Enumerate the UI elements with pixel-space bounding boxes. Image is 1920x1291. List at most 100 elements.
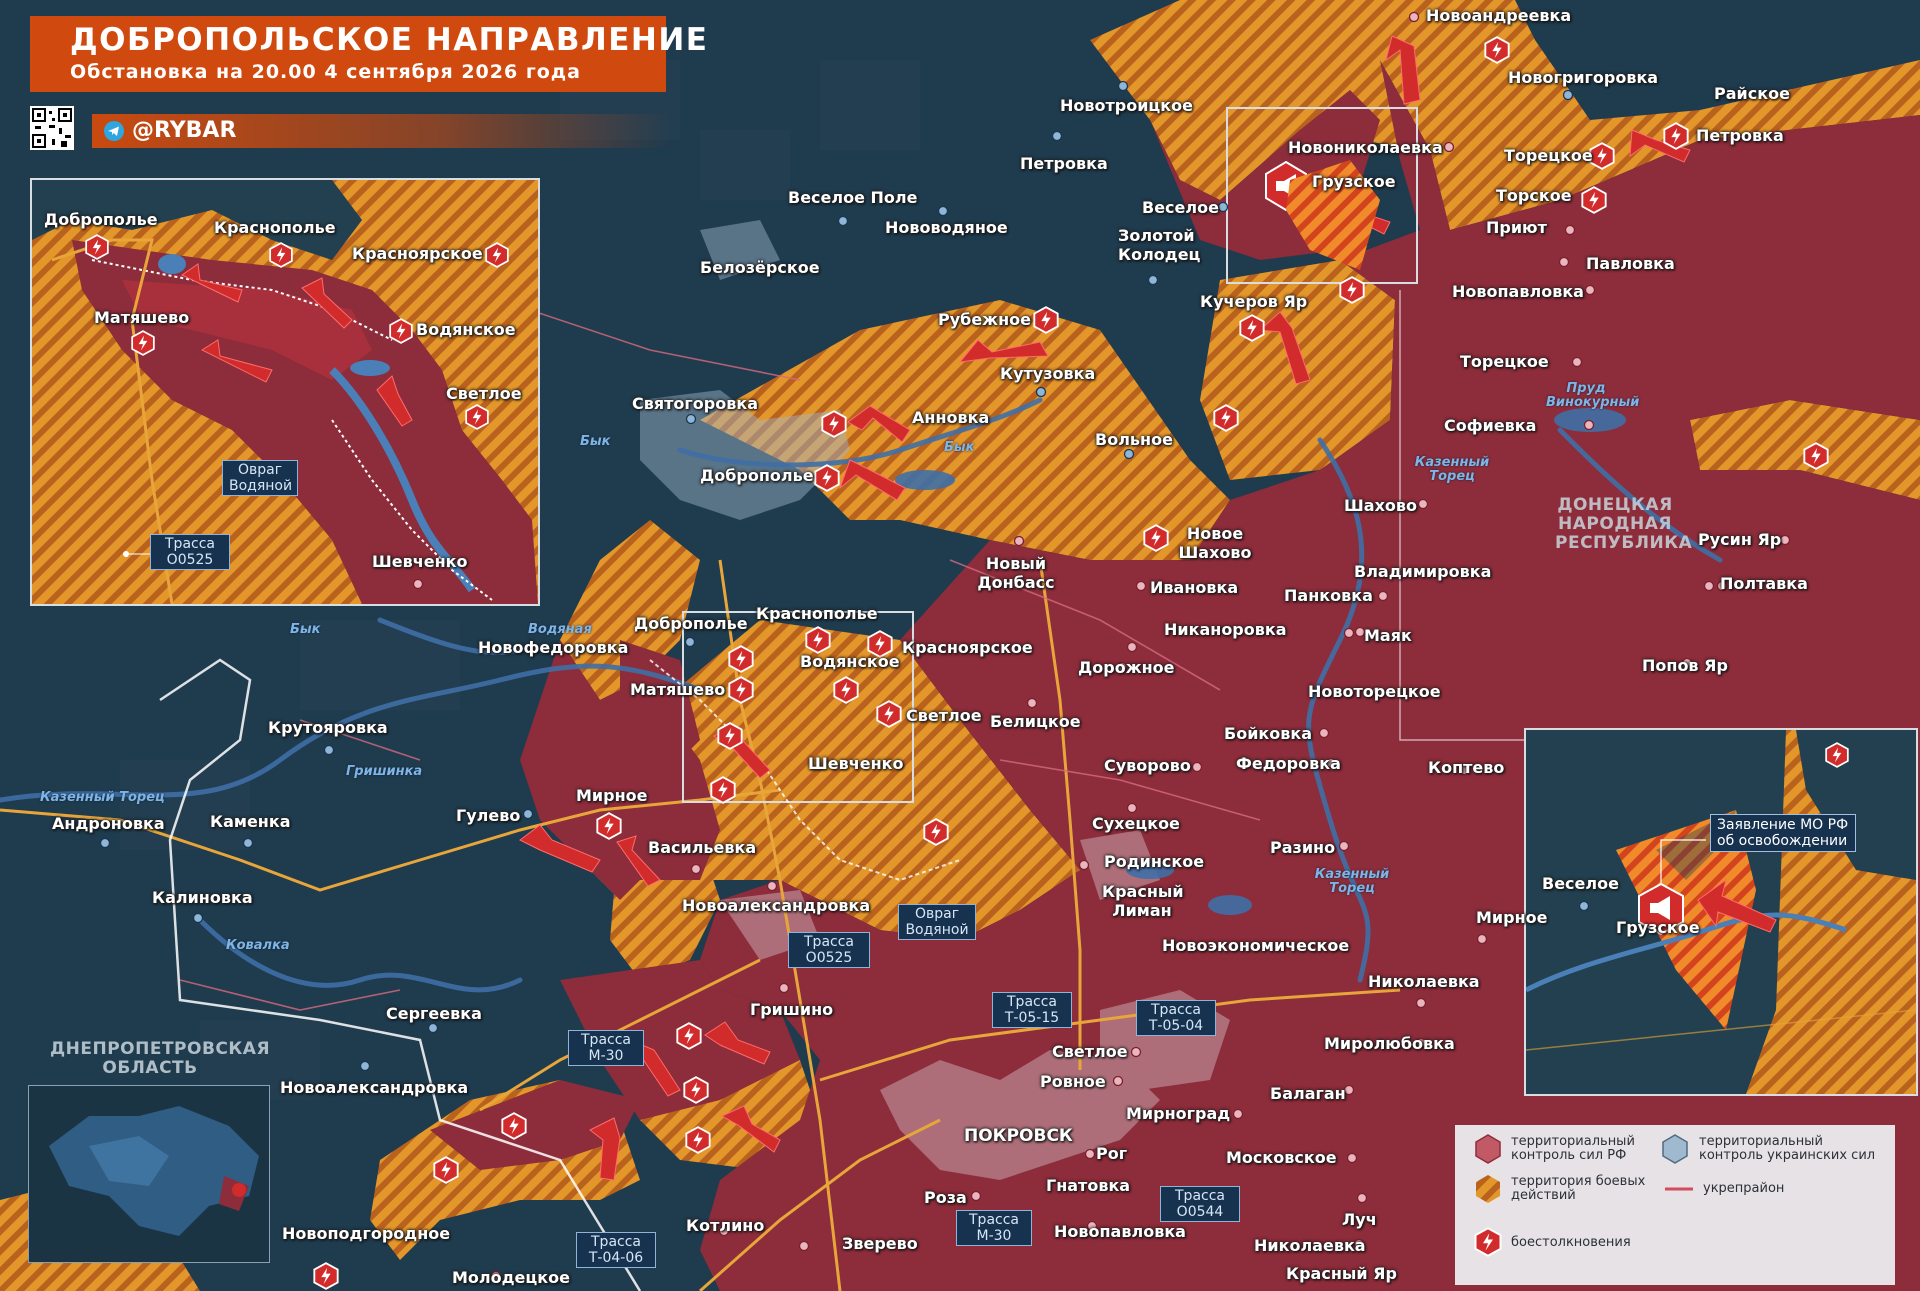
place-label: Светлое: [1052, 1042, 1128, 1061]
ravine-label: Овраг Водяной: [898, 904, 976, 940]
road-label: Трасса М-30: [956, 1210, 1032, 1246]
map-canvas: ДОБРОПОЛЬСКОЕ НАПРАВЛЕНИЕ Обстановка на …: [0, 0, 1920, 1291]
place-label: Московское: [1226, 1148, 1337, 1167]
place-label: Гулево: [456, 806, 521, 825]
place-label: Новоандреевка: [1426, 6, 1572, 25]
place-label: Панковка: [1284, 586, 1373, 605]
place-label: Доброполье: [634, 614, 748, 633]
channel-handle[interactable]: @RYBAR: [132, 118, 236, 143]
inset-label-shevchenko: Шевченко: [372, 552, 468, 571]
mo-statement-label: Заявление МО РФ об освобождении: [1710, 814, 1856, 852]
place-label: Николаевка: [1368, 972, 1480, 991]
place-label: Новоподгородное: [282, 1224, 451, 1243]
place-label: Приют: [1486, 218, 1547, 237]
map-subtitle: Обстановка на 20.00 4 сентября 2026 года: [70, 61, 581, 83]
place-label: Грузское: [1312, 172, 1396, 191]
place-label: Котлино: [686, 1216, 765, 1235]
region-dpr: ДОНЕЦКАЯ НАРОДНАЯ РЕСПУБЛИКА: [1555, 495, 1693, 553]
place-label: Петровка: [1020, 154, 1108, 173]
place-label: Светлое: [906, 706, 982, 725]
place-label: Владимировка: [1354, 562, 1492, 581]
inset-ovrag-label: Овраг Водяной: [222, 460, 298, 496]
lake-label: Пруд Винокурный: [1546, 381, 1640, 410]
place-label: Дорожное: [1078, 658, 1175, 677]
road-label: Трасса Т-05-04: [1136, 1000, 1216, 1036]
place-label: Полтавка: [1720, 574, 1808, 593]
place-label: Софиевка: [1444, 416, 1537, 435]
place-label: Нововодяное: [885, 218, 1008, 237]
qr-code-icon: [30, 106, 74, 150]
place-label: Доброполье: [700, 466, 814, 485]
inset-label-dobropolie: Доброполье: [44, 210, 158, 229]
place-label: Маяк: [1364, 626, 1412, 645]
place-label: Вольное: [1095, 430, 1173, 449]
river-label: Бык: [290, 622, 321, 637]
place-label: Крутояровка: [268, 718, 388, 737]
place-label: Суворово: [1104, 756, 1191, 775]
place-label: Красный Лиман: [1102, 882, 1184, 920]
place-label: Новый Донбасс: [977, 554, 1055, 592]
place-label: Русин Яр: [1698, 530, 1782, 549]
place-label: Красноярское: [902, 638, 1033, 657]
city-label: ПОКРОВСК: [964, 1126, 1073, 1146]
road-label: Трасса Т-05-15: [992, 992, 1072, 1028]
region-dnipro: ДНЕПРОПЕТРОВСКАЯ ОБЛАСТЬ: [50, 1039, 271, 1078]
place-label: Новопавловка: [1054, 1222, 1186, 1241]
legend-combat-zone: территория боевых действий: [1511, 1174, 1646, 1203]
place-label: Родинское: [1104, 852, 1205, 871]
place-label: Шахово: [1344, 496, 1417, 515]
place-label: Новофедоровка: [478, 638, 629, 657]
inset-label-vodyanskoe: Водянское: [416, 320, 516, 339]
place-label: Сергеевка: [386, 1004, 482, 1023]
river-label: Гришинка: [346, 764, 423, 779]
place-label: Новоалександровка: [682, 896, 871, 915]
place-label: Краснополье: [756, 604, 878, 623]
legend-clashes: боестолкновения: [1511, 1235, 1631, 1250]
place-label: Миролюбовка: [1324, 1034, 1455, 1053]
road-label: Трасса Т-04-06: [576, 1232, 656, 1268]
place-label: Гнатовка: [1046, 1176, 1131, 1195]
place-label: Райское: [1714, 84, 1790, 103]
place-label: Зверево: [842, 1234, 918, 1253]
river-label: Водяная: [528, 622, 592, 637]
place-label: Белозёрское: [700, 258, 820, 277]
place-label: Веселое Поле: [788, 188, 918, 207]
river-label: Казенный Торец: [1314, 867, 1390, 896]
place-label: Федоровка: [1236, 754, 1341, 773]
place-label: Новогригоровка: [1508, 68, 1659, 87]
place-label: Мирное: [576, 786, 648, 805]
place-label: Святогоровка: [632, 394, 758, 413]
inset-left: Доброполье Краснополье Красноярское Матя…: [30, 178, 540, 606]
map-legend: территориальный контроль сил РФ территор…: [1455, 1125, 1895, 1285]
inset-label-veseloe: Веселое: [1542, 874, 1619, 893]
place-label: Каменка: [210, 812, 291, 831]
place-label: Кутузовка: [1000, 364, 1096, 383]
inset-right: Веселое Грузское: [1524, 728, 1918, 1096]
place-label: Веселое: [1142, 198, 1219, 217]
inset-label-svetloe: Светлое: [446, 384, 522, 403]
place-label: Мирноград: [1126, 1104, 1231, 1123]
place-label: Калиновка: [152, 888, 253, 907]
place-label: Павловка: [1586, 254, 1675, 273]
road-label: Трасса М-30: [568, 1030, 644, 1066]
place-label: Торецкое: [1504, 146, 1593, 165]
place-label: Бойковка: [1224, 724, 1313, 743]
place-label: Никаноровка: [1164, 620, 1287, 639]
place-label: Попов Яр: [1642, 656, 1728, 675]
inset-road-label: Трасса О0525: [150, 534, 230, 570]
place-label: Николаевка: [1254, 1236, 1366, 1255]
place-label: Разино: [1270, 838, 1336, 857]
legend-rf-control: территориальный контроль сил РФ: [1511, 1134, 1635, 1163]
telegram-icon[interactable]: [104, 121, 124, 141]
place-label: Сухецкое: [1092, 814, 1180, 833]
place-label: Торское: [1496, 186, 1572, 205]
road-label: Трасса О0525: [788, 932, 870, 968]
place-label: Торецкое: [1460, 352, 1549, 371]
river-label: Казенный Торец: [40, 790, 165, 805]
place-label: Коптево: [1428, 758, 1505, 777]
place-label: Роза: [924, 1188, 967, 1207]
place-label: Шевченко: [808, 754, 904, 773]
place-label: Новопавловка: [1452, 282, 1584, 301]
river-label: Ковалка: [226, 938, 290, 953]
place-label: Красный Яр: [1286, 1264, 1397, 1283]
